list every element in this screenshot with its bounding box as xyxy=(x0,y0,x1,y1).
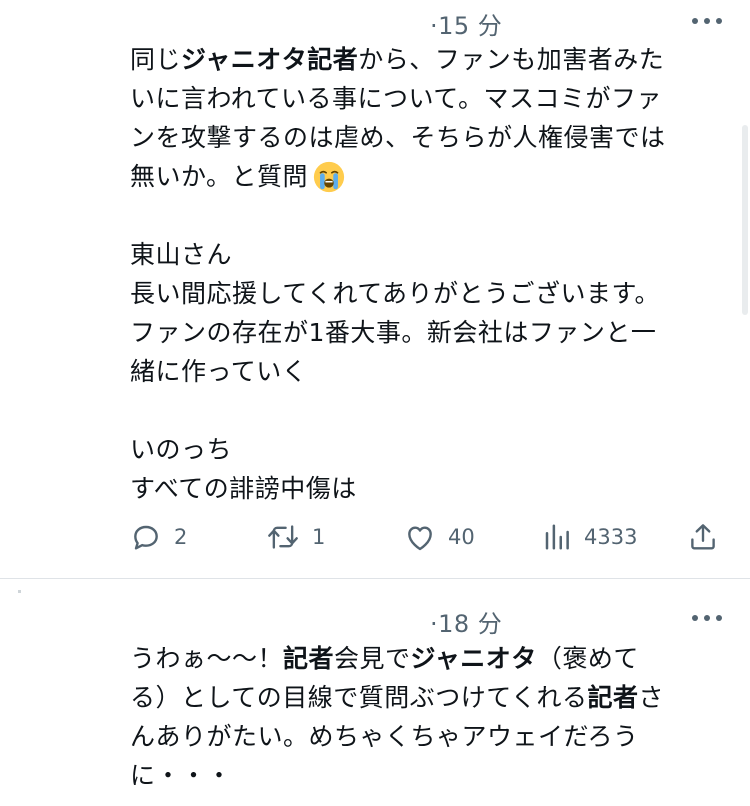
tweet-2[interactable]: ·18 分 うわぁ〜〜！ 記者 会見で ジャニオタ （褒めて る）としての目線で質問ぶつけ… xyxy=(0,579,750,806)
tweet-timestamp[interactable]: ·15 分 xyxy=(430,6,502,41)
tweet-line: る）としての目線で質問ぶつけてくれる 記者さ xyxy=(130,678,730,717)
tweet-line: すべての誹謗中傷は xyxy=(130,469,730,508)
loudly-crying-face-icon xyxy=(313,161,345,192)
reply-button[interactable]: 2 xyxy=(130,517,187,557)
tweet-timestamp[interactable]: ·18 分 xyxy=(430,604,502,639)
retweet-count: 1 xyxy=(312,525,326,549)
tweet-text-segment: んありがたい。めちゃくちゃアウェイだろう xyxy=(130,722,639,751)
tweet-text-bold: 記者 xyxy=(587,683,639,712)
tweet-text-segment: さ xyxy=(638,683,665,712)
tweet-line: 同じ ジャニオタ記者 から、ファンも加害者みた xyxy=(130,40,730,79)
avatar-placeholder xyxy=(18,590,21,593)
share-icon xyxy=(691,524,715,550)
tweet-text-segment: 東山さん xyxy=(130,240,233,269)
tweet-1[interactable]: ·15 分 同じ ジャニオタ記者 から、ファンも加害者みたいに言われている事について… xyxy=(0,0,750,578)
tweet-text: 同じ ジャニオタ記者 から、ファンも加害者みたいに言われている事について。マスコミが… xyxy=(130,40,730,508)
views-count: 4333 xyxy=(584,525,638,549)
tweet-text-segment: に・・・ xyxy=(130,761,233,790)
tweet-line: うわぁ〜〜！ 記者 会見で ジャニオタ （褒めて xyxy=(130,639,730,678)
tweet-text-segment: 長い間応援してくれてありがとうございます。 xyxy=(130,279,661,308)
tweet-text-segment: 同じ xyxy=(130,45,182,74)
tweet-line: ファンの存在が1番大事。新会社はファンと一 xyxy=(130,313,730,352)
retweet-icon xyxy=(268,525,298,549)
tweet-line: 東山さん xyxy=(130,235,730,274)
tweet-text-segment: 会見で xyxy=(334,644,411,673)
tweet-actions: 2 1 40 4333 xyxy=(130,517,730,557)
tweet-text: うわぁ〜〜！ 記者 会見で ジャニオタ （褒めて る）としての目線で質問ぶつけてくれる 記者… xyxy=(130,639,730,795)
tweet-line: に・・・ xyxy=(130,756,730,795)
like-count: 40 xyxy=(448,525,475,549)
like-button[interactable]: 40 xyxy=(404,517,475,557)
retweet-button[interactable]: 1 xyxy=(266,517,325,557)
tweet-text-segment: 無いか。と質問 xyxy=(130,162,309,191)
tweet-text-segment: うわぁ〜〜！ xyxy=(130,644,284,673)
tweet-line xyxy=(130,391,730,430)
like-icon xyxy=(408,526,432,551)
tweet-text-segment: ファンの存在が1番大事。新会社はファンと一 xyxy=(130,318,657,347)
tweet-text-bold: 記者 xyxy=(283,644,335,673)
tweet-line: ンを攻撃するのは虐め、そちらが人権侵害では xyxy=(130,118,730,157)
tweet-text-bold: ジャニオタ xyxy=(410,644,537,673)
views-icon xyxy=(545,524,569,550)
tweet-text-segment: る）としての目線で質問ぶつけてくれる xyxy=(130,683,588,712)
views-button[interactable]: 4333 xyxy=(542,517,637,557)
more-icon[interactable] xyxy=(692,17,722,25)
tweet-text-segment: ンを攻撃するのは虐め、そちらが人権侵害では xyxy=(130,123,666,152)
tweet-text-segment: いのっち xyxy=(130,435,233,464)
tweet-line: んありがたい。めちゃくちゃアウェイだろう xyxy=(130,717,730,756)
tweet-text-segment: から、ファンも加害者みた xyxy=(358,45,665,74)
tweet-line xyxy=(130,196,730,235)
tweet-text-segment: いに言われている事について。マスコミがファ xyxy=(130,84,663,113)
tweet-line: 長い間応援してくれてありがとうございます。 xyxy=(130,274,730,313)
tweet-text-segment: すべての誹謗中傷は xyxy=(130,474,357,503)
scrollbar[interactable] xyxy=(742,125,748,315)
reply-icon xyxy=(134,525,158,550)
tweet-line: 緒に作っていく xyxy=(130,352,730,391)
tweet-line: 無いか。と質問 xyxy=(130,157,730,196)
tweet-line: いに言われている事について。マスコミがファ xyxy=(130,79,730,118)
tweet-text-segment: （褒めて xyxy=(536,644,639,673)
reply-count: 2 xyxy=(174,525,188,549)
more-icon[interactable] xyxy=(692,614,722,622)
tweet-line: いのっち xyxy=(130,430,730,469)
tweet-text-bold: ジャニオタ記者 xyxy=(181,45,359,74)
share-button[interactable] xyxy=(688,517,718,557)
tweet-text-segment: 緒に作っていく xyxy=(130,357,308,386)
